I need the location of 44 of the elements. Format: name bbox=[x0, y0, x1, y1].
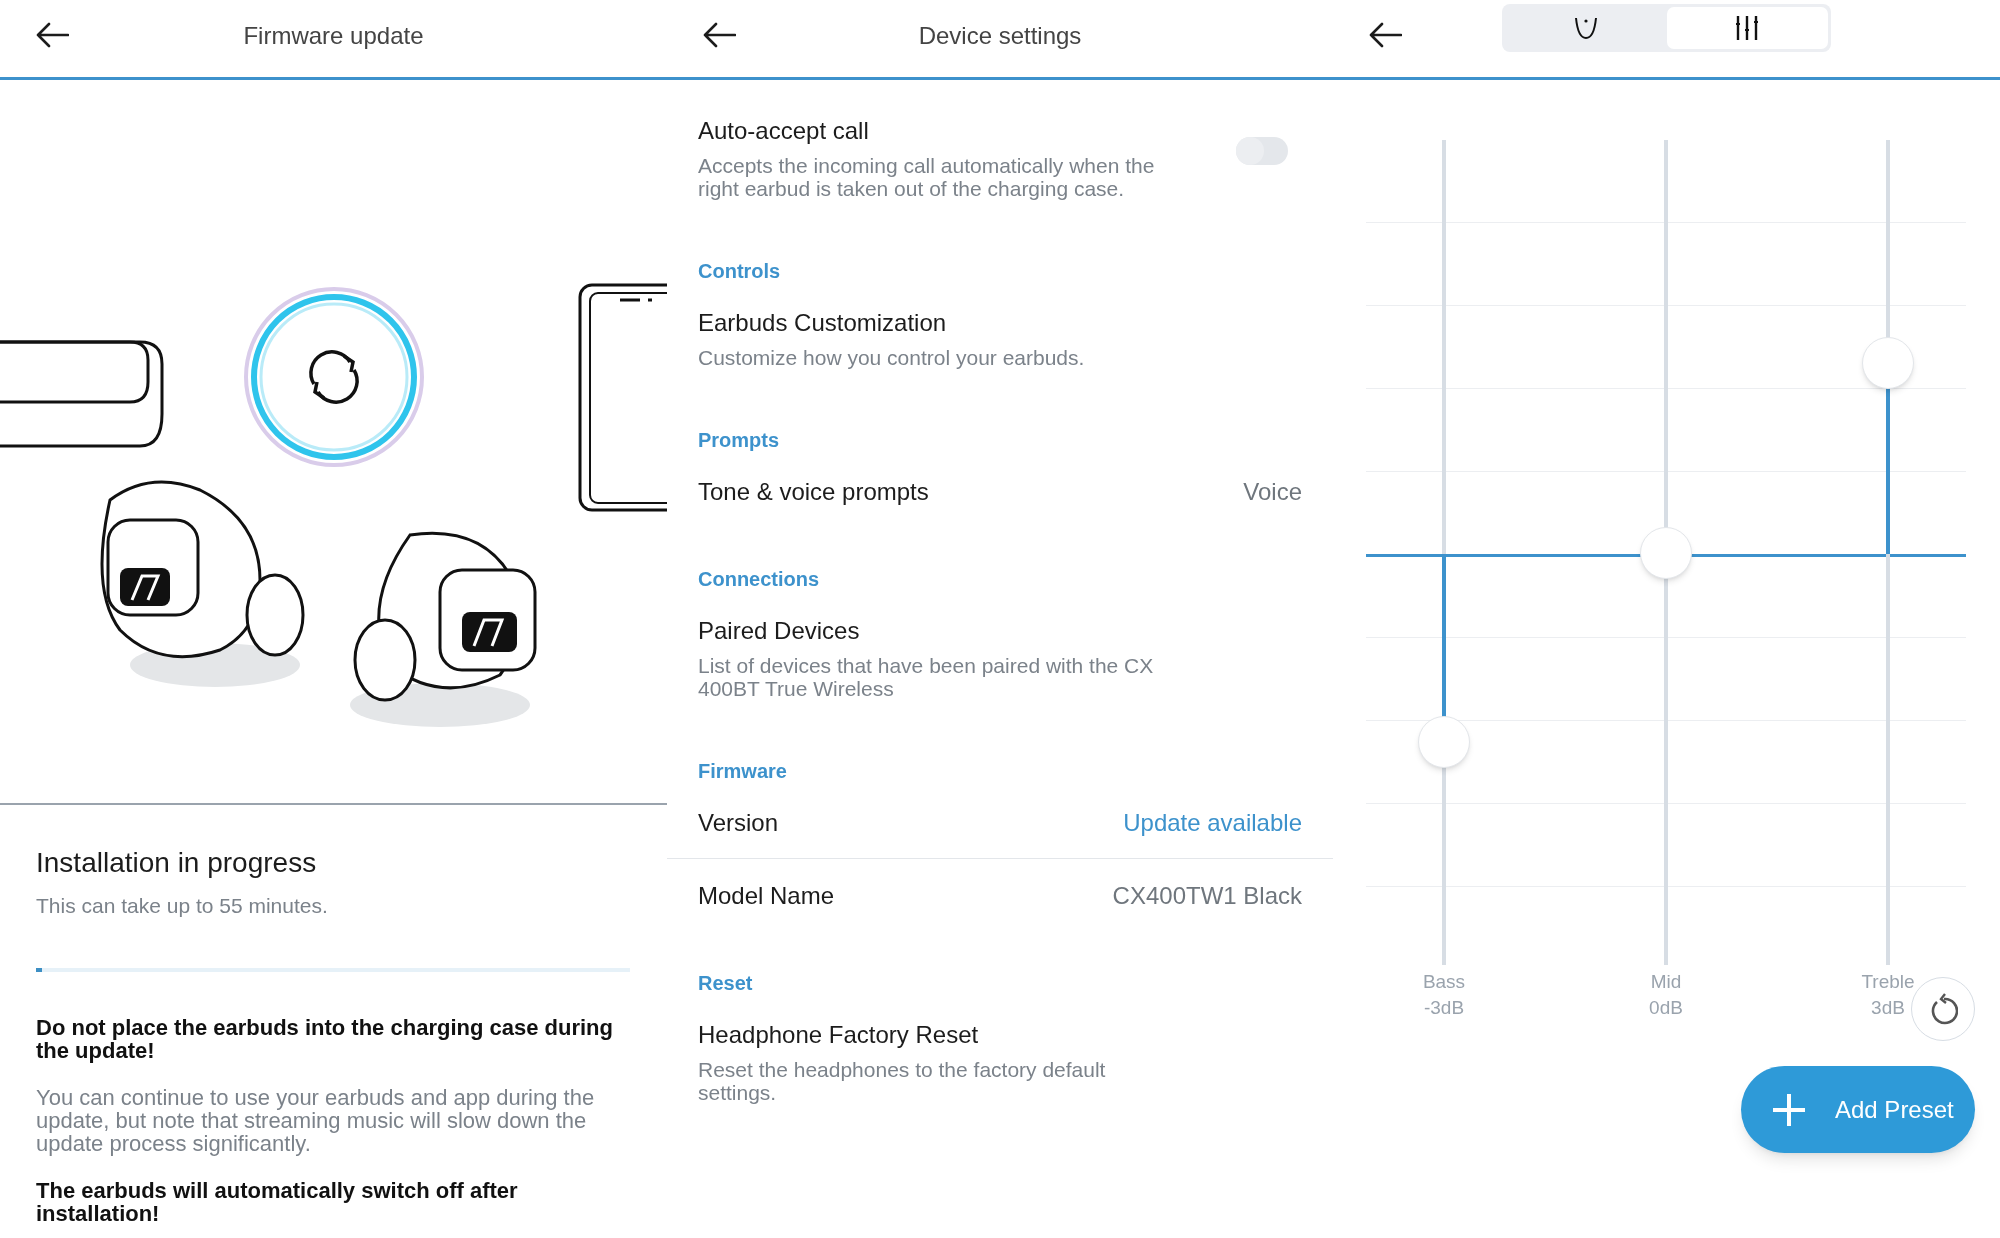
setting-title[interactable]: Version bbox=[698, 807, 1124, 839]
setting-description: List of devices that have been paired with the CX 400BT True Wireless bbox=[698, 654, 1155, 700]
setting-title[interactable]: Earbuds Customization bbox=[698, 307, 1302, 339]
warning-text: Do not place the earbuds into the charging case during the update! bbox=[36, 1016, 614, 1062]
setting-title[interactable]: Paired Devices bbox=[698, 615, 1302, 647]
band-label: Treble bbox=[1861, 970, 1915, 994]
status-heading: Installation in progress bbox=[36, 846, 318, 880]
section-header: Prompts bbox=[697, 428, 781, 453]
arrow-left-icon bbox=[702, 22, 736, 48]
setting-description: Reset the headphones to the factory default settings. bbox=[698, 1058, 1107, 1104]
arrow-left-icon bbox=[35, 22, 69, 48]
section-header: Connections bbox=[697, 567, 821, 592]
status-subtitle: This can take up to 55 minutes. bbox=[36, 893, 329, 919]
arrow-left-icon bbox=[1368, 22, 1402, 48]
eq-slider[interactable] bbox=[1640, 140, 1692, 965]
warning-text: The earbuds will automatically switch off after installation! bbox=[36, 1179, 519, 1225]
band-reading: 3dB bbox=[1871, 996, 1905, 1020]
band-reading: 0dB bbox=[1649, 996, 1683, 1020]
setting-title[interactable]: Headphone Factory Reset bbox=[698, 1019, 1302, 1051]
eq-slider[interactable] bbox=[1862, 140, 1914, 965]
setting-value: CX400TW1 Black bbox=[1112, 881, 1302, 911]
sliders-icon bbox=[1734, 13, 1761, 42]
screen-title: Firmware update bbox=[243, 20, 424, 51]
setting-title[interactable]: Model Name bbox=[698, 880, 1113, 912]
setting-title[interactable]: Auto-accept call bbox=[698, 115, 1236, 147]
band-reading: -3dB bbox=[1423, 996, 1465, 1020]
setting-description: Accepts the incoming call automatically when the right earbud is taken out of the charging case. bbox=[698, 154, 1156, 200]
slider-thumb[interactable] bbox=[1640, 526, 1692, 579]
info-text: You can continue to use your earbuds and app during the update, but note that streaming music will slow down the update process significantly. bbox=[36, 1086, 596, 1155]
section-header: Firmware bbox=[697, 759, 788, 784]
plus-icon bbox=[1771, 1091, 1807, 1128]
slider-thumb[interactable] bbox=[1418, 716, 1470, 769]
screen-title: Device settings bbox=[918, 20, 1082, 51]
eq-slider[interactable] bbox=[1418, 140, 1470, 965]
section-header: Reset bbox=[697, 971, 754, 996]
setting-description: Customize how you control your earbuds. bbox=[698, 346, 1086, 369]
mode-tab[interactable] bbox=[1666, 6, 1828, 49]
slider-thumb[interactable] bbox=[1862, 336, 1914, 389]
band-label: Mid bbox=[1650, 970, 1682, 994]
band-label: Bass bbox=[1422, 970, 1466, 994]
setting-value: Voice bbox=[1243, 477, 1302, 507]
section-header: Controls bbox=[697, 259, 782, 284]
toggle-switch[interactable] bbox=[1236, 136, 1288, 165]
setting-title[interactable]: Tone & voice prompts bbox=[698, 476, 1244, 508]
